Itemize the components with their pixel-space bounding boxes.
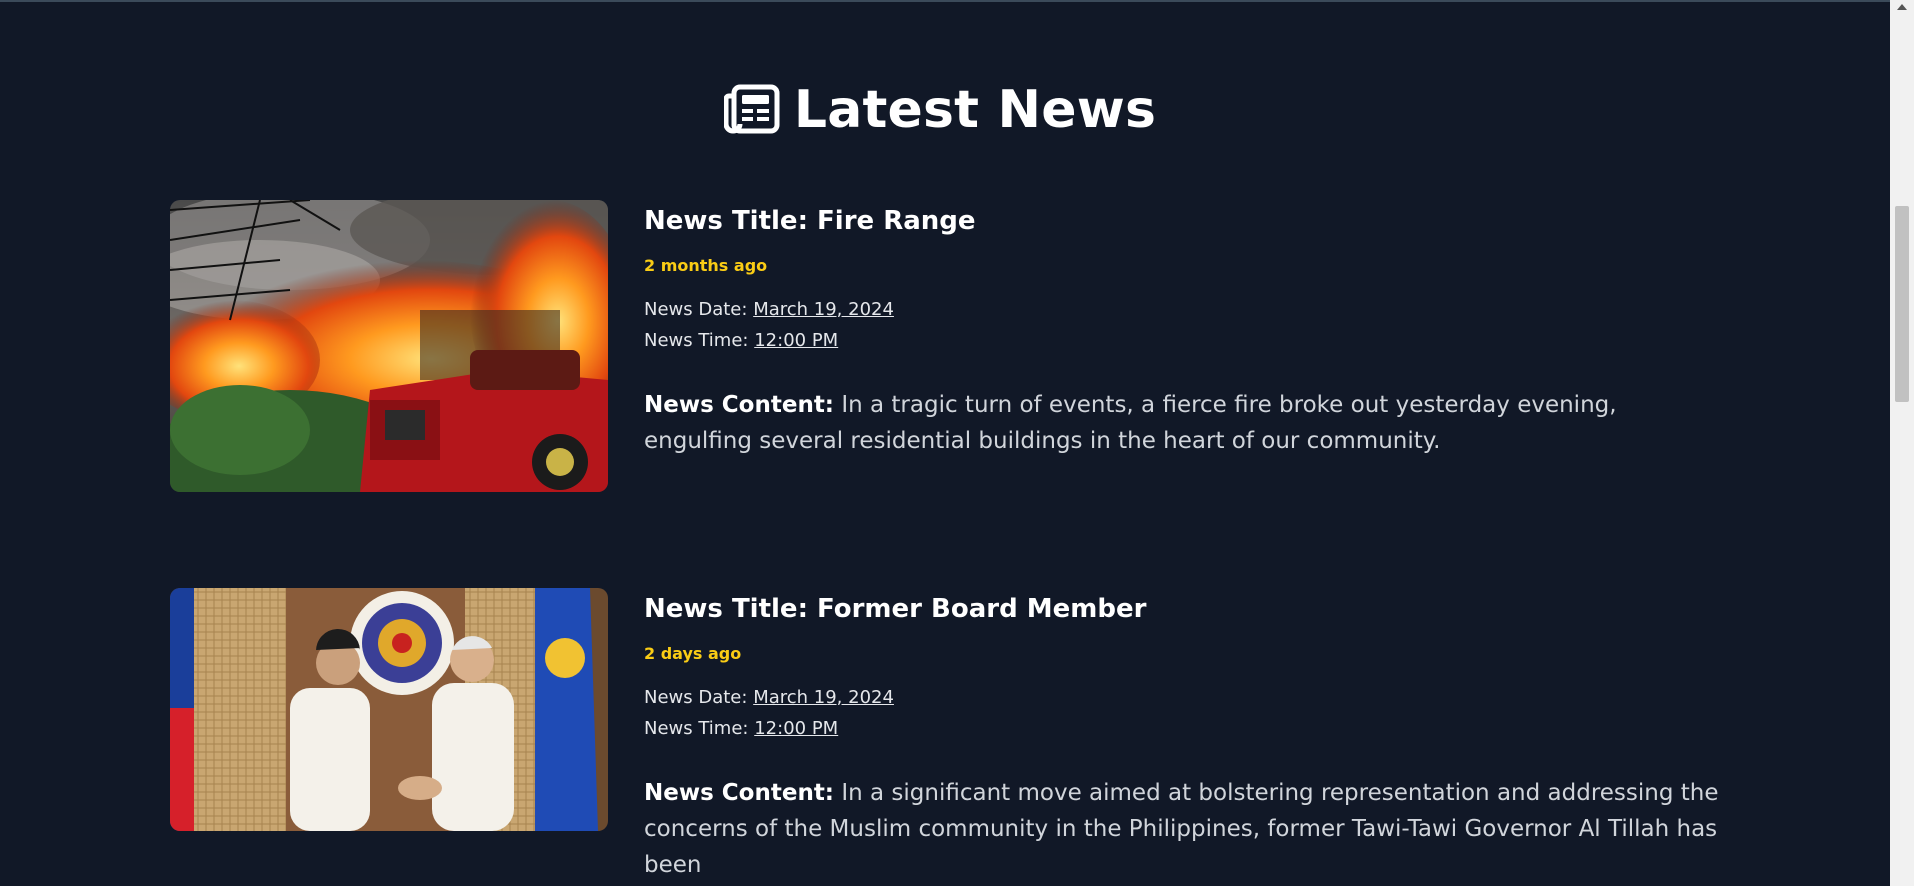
news-image-fire[interactable] — [170, 200, 608, 492]
news-title-label: News Title: — [644, 206, 808, 236]
page-heading: Latest News — [0, 80, 1880, 140]
news-time-label: News Time: — [644, 330, 749, 351]
news-time-label: News Time: — [644, 718, 749, 739]
news-title[interactable]: News Title: Former Board Member — [644, 594, 1730, 624]
news-content-label: News Content: — [644, 780, 835, 806]
news-time-value: 12:00 PM — [754, 330, 839, 351]
news-date-value: March 19, 2024 — [753, 299, 894, 320]
news-date-label: News Date: — [644, 687, 748, 708]
news-title-text: Fire Range — [817, 206, 976, 236]
newspaper-icon — [723, 84, 780, 136]
news-relative-time: 2 days ago — [644, 644, 742, 663]
page-title: Latest News — [793, 80, 1157, 140]
news-date-row: News Date: March 19, 2024 — [644, 687, 1730, 708]
news-time-row: News Time: 12:00 PM — [644, 330, 1730, 351]
scrollbar-thumb[interactable] — [1895, 206, 1909, 402]
news-relative-time: 2 months ago — [644, 256, 768, 275]
news-date-label: News Date: — [644, 299, 748, 320]
news-time-value: 12:00 PM — [754, 718, 839, 739]
news-title-label: News Title: — [644, 594, 808, 624]
news-title[interactable]: News Title: Fire Range — [644, 206, 1730, 236]
news-body: News Title: Fire Range 2 months ago News… — [644, 200, 1730, 459]
news-page: Latest News News Title: Fire Range 2 mon… — [0, 0, 1890, 886]
news-content: News Content: In a tragic turn of events… — [644, 387, 1730, 459]
news-content-label: News Content: — [644, 392, 835, 418]
news-time-row: News Time: 12:00 PM — [644, 718, 1730, 739]
news-content: News Content: In a significant move aime… — [644, 775, 1730, 883]
news-date-row: News Date: March 19, 2024 — [644, 299, 1730, 320]
news-body: News Title: Former Board Member 2 days a… — [644, 588, 1730, 883]
news-image-ceremony[interactable] — [170, 588, 608, 831]
vertical-scrollbar[interactable] — [1890, 0, 1914, 886]
news-date-value: March 19, 2024 — [753, 687, 894, 708]
news-title-text: Former Board Member — [817, 594, 1147, 624]
scroll-up-arrow-icon[interactable] — [1897, 4, 1907, 10]
